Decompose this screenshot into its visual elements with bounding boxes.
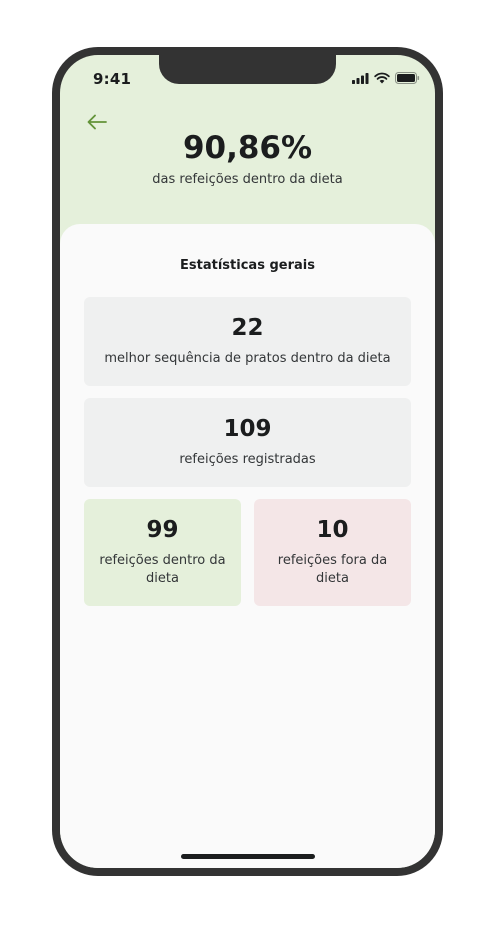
stat-card-meals-out-diet: 10 refeições fora da dieta — [254, 499, 411, 606]
stat-value: 99 — [146, 517, 179, 543]
diet-percentage-subtitle: das refeições dentro da dieta — [152, 172, 343, 187]
wifi-icon — [374, 69, 390, 88]
stat-label: refeições dentro da dieta — [99, 553, 226, 586]
status-time: 9:41 — [93, 70, 132, 88]
notch — [159, 55, 336, 84]
stat-card-registered-meals: 109 refeições registradas — [84, 398, 411, 487]
diet-percentage: 90,86% — [182, 130, 313, 166]
home-indicator[interactable] — [181, 854, 315, 859]
stat-card-best-sequence: 22 melhor sequência de pratos dentro da … — [84, 297, 411, 386]
phone-frame: 9:41 90,86% das refeições dentro da diet… — [52, 47, 443, 876]
battery-icon — [395, 69, 420, 88]
stat-value: 10 — [316, 517, 349, 543]
signal-icon — [352, 69, 369, 88]
stat-label: melhor sequência de pratos dentro da die… — [104, 351, 391, 366]
statistics-panel: Estatísticas gerais 22 melhor sequência … — [60, 224, 435, 868]
stat-value: 109 — [223, 416, 272, 442]
app-screen: 9:41 90,86% das refeições dentro da diet… — [60, 55, 435, 868]
stat-label: refeições fora da dieta — [277, 553, 388, 586]
stat-value: 22 — [231, 315, 264, 341]
statistics-title: Estatísticas gerais — [180, 258, 315, 273]
stat-card-meals-in-diet: 99 refeições dentro da dieta — [84, 499, 241, 606]
status-icons — [352, 71, 420, 84]
stat-label: refeições registradas — [179, 452, 316, 467]
diet-summary: 90,86% das refeições dentro da dieta — [60, 127, 435, 189]
